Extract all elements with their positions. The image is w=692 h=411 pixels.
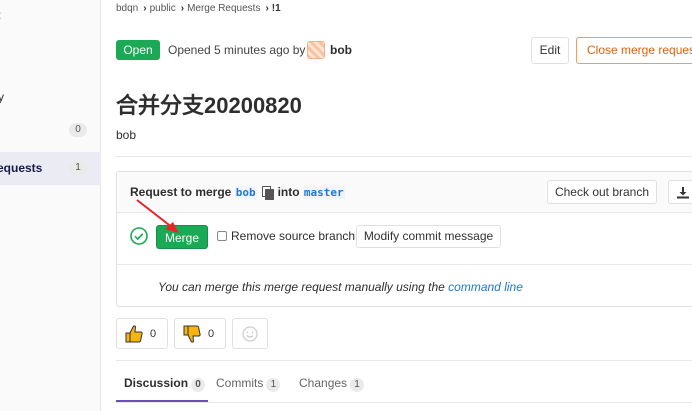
tab-label: Discussion [124, 376, 189, 390]
tab-label: Changes [299, 376, 348, 390]
add-reaction-button[interactable] [232, 318, 268, 349]
source-branch[interactable]: bob [234, 186, 257, 199]
remove-source-branch-label[interactable]: Remove source branch [231, 229, 355, 243]
divider [116, 402, 692, 403]
command-line-link[interactable]: command line [448, 280, 523, 294]
chevron-right-icon: › [180, 3, 185, 14]
annotation-arrow-icon [136, 199, 179, 233]
sidebar-item-partial[interactable]: : [0, 8, 98, 22]
tab-changes[interactable]: Changes 1 [299, 376, 365, 392]
sidebar-merge-requests-count: 1 [69, 161, 87, 175]
download-button[interactable] [668, 180, 692, 204]
thumbsup-icon [125, 325, 143, 343]
modify-commit-message-button[interactable]: Modify commit message [356, 225, 501, 248]
merge-widget: Request to merge bob into master Check ou… [116, 171, 692, 307]
breadcrumb-group[interactable]: bdqn [116, 3, 138, 14]
merge-widget-header: Request to merge bob into master Check ou… [117, 172, 692, 213]
sidebar-item-label: equests [0, 161, 43, 175]
manual-merge-hint: You can merge this merge request manuall… [158, 280, 523, 294]
sidebar: : y 0 equests 1 [0, 0, 101, 411]
breadcrumb-section[interactable]: Merge Requests [187, 3, 260, 14]
tab-count: 1 [350, 378, 365, 392]
manual-merge-text: You can merge this merge request manuall… [158, 280, 445, 294]
sidebar-item-count: 0 [69, 123, 87, 137]
download-icon [677, 187, 689, 199]
remove-source-branch-checkbox[interactable] [217, 231, 227, 241]
breadcrumb-project[interactable]: public [150, 3, 176, 14]
chevron-right-icon: › [143, 3, 147, 14]
mr-description: bob [116, 128, 137, 142]
breadcrumb: bdqn › public › Merge Requests › !1 [116, 3, 283, 14]
page-title: 合并分支20200820 [116, 93, 302, 118]
divider [116, 360, 692, 361]
tab-count: 1 [266, 378, 281, 392]
target-branch[interactable]: master [302, 186, 345, 199]
tab-count: 0 [191, 378, 206, 392]
opened-info: Opened 5 minutes ago by [168, 43, 306, 57]
tab-label: Commits [216, 376, 264, 390]
copy-icon[interactable] [261, 186, 274, 200]
merge-request-info: Request to merge bob into master [130, 185, 345, 200]
into-label: into [277, 185, 300, 199]
thumbsdown-award-button[interactable]: 0 [174, 318, 226, 349]
breadcrumb-item[interactable]: !1 [272, 3, 281, 14]
edit-button[interactable]: Edit [531, 37, 569, 64]
sidebar-item-partial[interactable]: y [0, 90, 98, 104]
divider [116, 156, 692, 157]
author-link[interactable]: bob [330, 43, 352, 57]
thumbsdown-icon [183, 325, 201, 343]
thumbsdown-count: 0 [208, 328, 215, 340]
thumbsup-award-button[interactable]: 0 [116, 318, 168, 349]
check-out-branch-button[interactable]: Check out branch [547, 180, 657, 204]
smiley-icon [242, 326, 258, 342]
merge-row: Merge Remove source branch Modify commit… [117, 213, 692, 265]
tab-commits[interactable]: Commits 1 [216, 376, 281, 392]
chevron-right-icon: › [265, 3, 269, 14]
avatar[interactable] [307, 41, 325, 59]
status-badge: Open [116, 40, 160, 60]
thumbsup-count: 0 [150, 328, 157, 340]
request-prefix: Request to merge [130, 185, 232, 199]
close-merge-request-button[interactable]: Close merge request [576, 37, 692, 64]
tab-discussion[interactable]: Discussion 0 [124, 376, 206, 392]
